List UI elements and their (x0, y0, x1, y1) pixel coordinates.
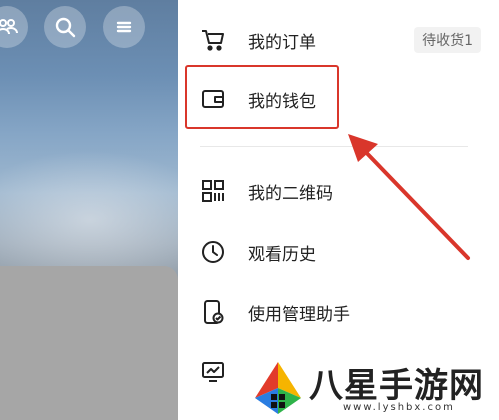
background-feed (0, 0, 178, 420)
people-icon (0, 19, 18, 35)
menu-label-qrcode: 我的二维码 (248, 183, 333, 204)
cart-icon (200, 27, 226, 53)
hamburger-icon (116, 21, 132, 33)
watermark-url: www.lyshbx.com (343, 402, 455, 413)
phone-check-icon (200, 299, 226, 325)
monitor-chart-icon (200, 359, 226, 385)
search-icon (55, 17, 76, 38)
menu-item-orders[interactable]: 我的订单 待收货1 (178, 15, 499, 65)
search-button[interactable] (44, 6, 86, 48)
menu-button[interactable] (103, 6, 145, 48)
qr-code-icon (200, 178, 226, 204)
clock-icon (200, 239, 226, 265)
friends-button[interactable] (0, 6, 28, 48)
content-card (0, 266, 178, 420)
menu-item-usage-assistant[interactable]: 使用管理助手 (178, 287, 499, 337)
menu-label-usage-assistant: 使用管理助手 (248, 304, 350, 325)
watermark-logo: 八星手游网 www.lyshbx.com (247, 350, 497, 420)
order-status-badge: 待收货1 (414, 27, 481, 53)
watermark-title: 八星手游网 (309, 366, 484, 406)
wallet-highlight-box (185, 65, 339, 129)
menu-label-orders: 我的订单 (248, 32, 316, 53)
menu-label-history: 观看历史 (248, 244, 316, 265)
watermark-emblem-icon (255, 362, 301, 414)
annotation-arrow (348, 134, 470, 260)
